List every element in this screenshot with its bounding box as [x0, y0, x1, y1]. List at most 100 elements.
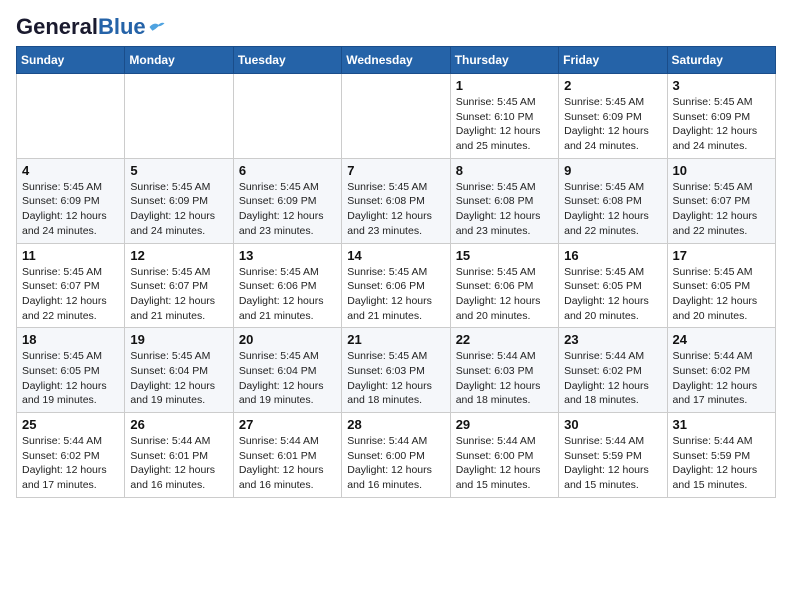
weekday-header: Monday [125, 47, 233, 74]
day-number: 7 [347, 163, 444, 178]
day-number: 18 [22, 332, 119, 347]
logo-text: GeneralBlue [16, 16, 146, 38]
calendar-cell: 25 Sunrise: 5:44 AMSunset: 6:02 PMDayligh… [17, 413, 125, 498]
day-info: Sunrise: 5:45 AMSunset: 6:10 PMDaylight:… [456, 95, 553, 154]
calendar-cell [17, 74, 125, 159]
calendar-cell: 17 Sunrise: 5:45 AMSunset: 6:05 PMDayligh… [667, 243, 775, 328]
day-number: 13 [239, 248, 336, 263]
calendar-cell: 3 Sunrise: 5:45 AMSunset: 6:09 PMDaylight… [667, 74, 775, 159]
calendar-week-row: 4 Sunrise: 5:45 AMSunset: 6:09 PMDaylight… [17, 158, 776, 243]
calendar-cell: 4 Sunrise: 5:45 AMSunset: 6:09 PMDaylight… [17, 158, 125, 243]
day-info: Sunrise: 5:45 AMSunset: 6:09 PMDaylight:… [673, 95, 770, 154]
calendar-cell: 8 Sunrise: 5:45 AMSunset: 6:08 PMDaylight… [450, 158, 558, 243]
calendar-cell: 16 Sunrise: 5:45 AMSunset: 6:05 PMDayligh… [559, 243, 667, 328]
calendar-cell [125, 74, 233, 159]
day-info: Sunrise: 5:44 AMSunset: 6:02 PMDaylight:… [564, 349, 661, 408]
calendar-cell: 12 Sunrise: 5:45 AMSunset: 6:07 PMDayligh… [125, 243, 233, 328]
logo-bird-icon [148, 20, 166, 34]
day-number: 6 [239, 163, 336, 178]
weekday-header-row: SundayMondayTuesdayWednesdayThursdayFrid… [17, 47, 776, 74]
calendar-cell: 5Sunrise: 5:45 AMSunset: 6:09 PMDaylight… [125, 158, 233, 243]
calendar-cell: 30 Sunrise: 5:44 AMSunset: 5:59 PMDayligh… [559, 413, 667, 498]
day-info: Sunrise: 5:45 AMSunset: 6:06 PMDaylight:… [239, 265, 336, 324]
day-info: Sunrise: 5:45 AMSunset: 6:08 PMDaylight:… [347, 180, 444, 239]
calendar-cell: 23 Sunrise: 5:44 AMSunset: 6:02 PMDayligh… [559, 328, 667, 413]
day-info: Sunrise: 5:45 AMSunset: 6:06 PMDaylight:… [347, 265, 444, 324]
day-number: 12 [130, 248, 227, 263]
day-info: Sunrise: 5:45 AMSunset: 6:03 PMDaylight:… [347, 349, 444, 408]
day-info: Sunrise: 5:45 AMSunset: 6:08 PMDaylight:… [456, 180, 553, 239]
calendar-cell: 20Sunrise: 5:45 AMSunset: 6:04 PMDayligh… [233, 328, 341, 413]
day-number: 20 [239, 332, 336, 347]
weekday-header: Saturday [667, 47, 775, 74]
day-info: Sunrise: 5:44 AMSunset: 5:59 PMDaylight:… [564, 434, 661, 493]
day-number: 16 [564, 248, 661, 263]
calendar-cell: 21 Sunrise: 5:45 AMSunset: 6:03 PMDayligh… [342, 328, 450, 413]
day-info: Sunrise: 5:45 AMSunset: 6:07 PMDaylight:… [22, 265, 119, 324]
calendar-cell: 22 Sunrise: 5:44 AMSunset: 6:03 PMDayligh… [450, 328, 558, 413]
calendar-week-row: 11 Sunrise: 5:45 AMSunset: 6:07 PMDayligh… [17, 243, 776, 328]
day-number: 24 [673, 332, 770, 347]
day-info: Sunrise: 5:44 AMSunset: 6:02 PMDaylight:… [673, 349, 770, 408]
day-info: Sunrise: 5:45 AMSunset: 6:08 PMDaylight:… [564, 180, 661, 239]
day-number: 14 [347, 248, 444, 263]
calendar-cell: 14 Sunrise: 5:45 AMSunset: 6:06 PMDayligh… [342, 243, 450, 328]
day-number: 22 [456, 332, 553, 347]
day-info: Sunrise: 5:45 AMSunset: 6:09 PMDaylight:… [564, 95, 661, 154]
page-header: GeneralBlue [16, 16, 776, 38]
day-info: Sunrise: 5:45 AMSunset: 6:05 PMDaylight:… [22, 349, 119, 408]
day-info: Sunrise: 5:44 AMSunset: 5:59 PMDaylight:… [673, 434, 770, 493]
day-info: Sunrise: 5:45 AMSunset: 6:06 PMDaylight:… [456, 265, 553, 324]
day-number: 9 [564, 163, 661, 178]
calendar-cell: 11 Sunrise: 5:45 AMSunset: 6:07 PMDayligh… [17, 243, 125, 328]
calendar-cell: 28Sunrise: 5:44 AMSunset: 6:00 PMDayligh… [342, 413, 450, 498]
day-info: Sunrise: 5:45 AMSunset: 6:05 PMDaylight:… [564, 265, 661, 324]
day-info: Sunrise: 5:45 AMSunset: 6:05 PMDaylight:… [673, 265, 770, 324]
day-info: Sunrise: 5:45 AMSunset: 6:07 PMDaylight:… [130, 265, 227, 324]
day-info: Sunrise: 5:45 AMSunset: 6:04 PMDaylight:… [130, 349, 227, 408]
calendar-cell [233, 74, 341, 159]
day-number: 17 [673, 248, 770, 263]
calendar-table: SundayMondayTuesdayWednesdayThursdayFrid… [16, 46, 776, 498]
day-number: 4 [22, 163, 119, 178]
day-info: Sunrise: 5:44 AMSunset: 6:01 PMDaylight:… [130, 434, 227, 493]
day-info: Sunrise: 5:45 AMSunset: 6:07 PMDaylight:… [673, 180, 770, 239]
calendar-cell: 6Sunrise: 5:45 AMSunset: 6:09 PMDaylight… [233, 158, 341, 243]
calendar-cell: 2 Sunrise: 5:45 AMSunset: 6:09 PMDaylight… [559, 74, 667, 159]
day-info: Sunrise: 5:44 AMSunset: 6:00 PMDaylight:… [456, 434, 553, 493]
day-number: 25 [22, 417, 119, 432]
day-number: 3 [673, 78, 770, 93]
calendar-week-row: 25 Sunrise: 5:44 AMSunset: 6:02 PMDayligh… [17, 413, 776, 498]
day-number: 28 [347, 417, 444, 432]
weekday-header: Tuesday [233, 47, 341, 74]
calendar-cell: 1 Sunrise: 5:45 AMSunset: 6:10 PMDaylight… [450, 74, 558, 159]
day-info: Sunrise: 5:45 AMSunset: 6:09 PMDaylight:… [22, 180, 119, 239]
calendar-cell: 15 Sunrise: 5:45 AMSunset: 6:06 PMDayligh… [450, 243, 558, 328]
day-number: 29 [456, 417, 553, 432]
day-number: 5 [130, 163, 227, 178]
day-number: 23 [564, 332, 661, 347]
day-number: 15 [456, 248, 553, 263]
day-number: 21 [347, 332, 444, 347]
weekday-header: Wednesday [342, 47, 450, 74]
weekday-header: Friday [559, 47, 667, 74]
day-number: 2 [564, 78, 661, 93]
day-number: 26 [130, 417, 227, 432]
calendar-cell: 26 Sunrise: 5:44 AMSunset: 6:01 PMDayligh… [125, 413, 233, 498]
day-number: 19 [130, 332, 227, 347]
day-number: 1 [456, 78, 553, 93]
weekday-header: Sunday [17, 47, 125, 74]
day-info: Sunrise: 5:44 AMSunset: 6:03 PMDaylight:… [456, 349, 553, 408]
day-number: 30 [564, 417, 661, 432]
day-number: 11 [22, 248, 119, 263]
calendar-cell [342, 74, 450, 159]
day-number: 27 [239, 417, 336, 432]
day-number: 8 [456, 163, 553, 178]
day-info: Sunrise: 5:44 AMSunset: 6:02 PMDaylight:… [22, 434, 119, 493]
calendar-cell: 7 Sunrise: 5:45 AMSunset: 6:08 PMDaylight… [342, 158, 450, 243]
weekday-header: Thursday [450, 47, 558, 74]
calendar-cell: 27 Sunrise: 5:44 AMSunset: 6:01 PMDayligh… [233, 413, 341, 498]
day-info: Sunrise: 5:44 AMSunset: 6:01 PMDaylight:… [239, 434, 336, 493]
calendar-cell: 13 Sunrise: 5:45 AMSunset: 6:06 PMDayligh… [233, 243, 341, 328]
day-number: 31 [673, 417, 770, 432]
